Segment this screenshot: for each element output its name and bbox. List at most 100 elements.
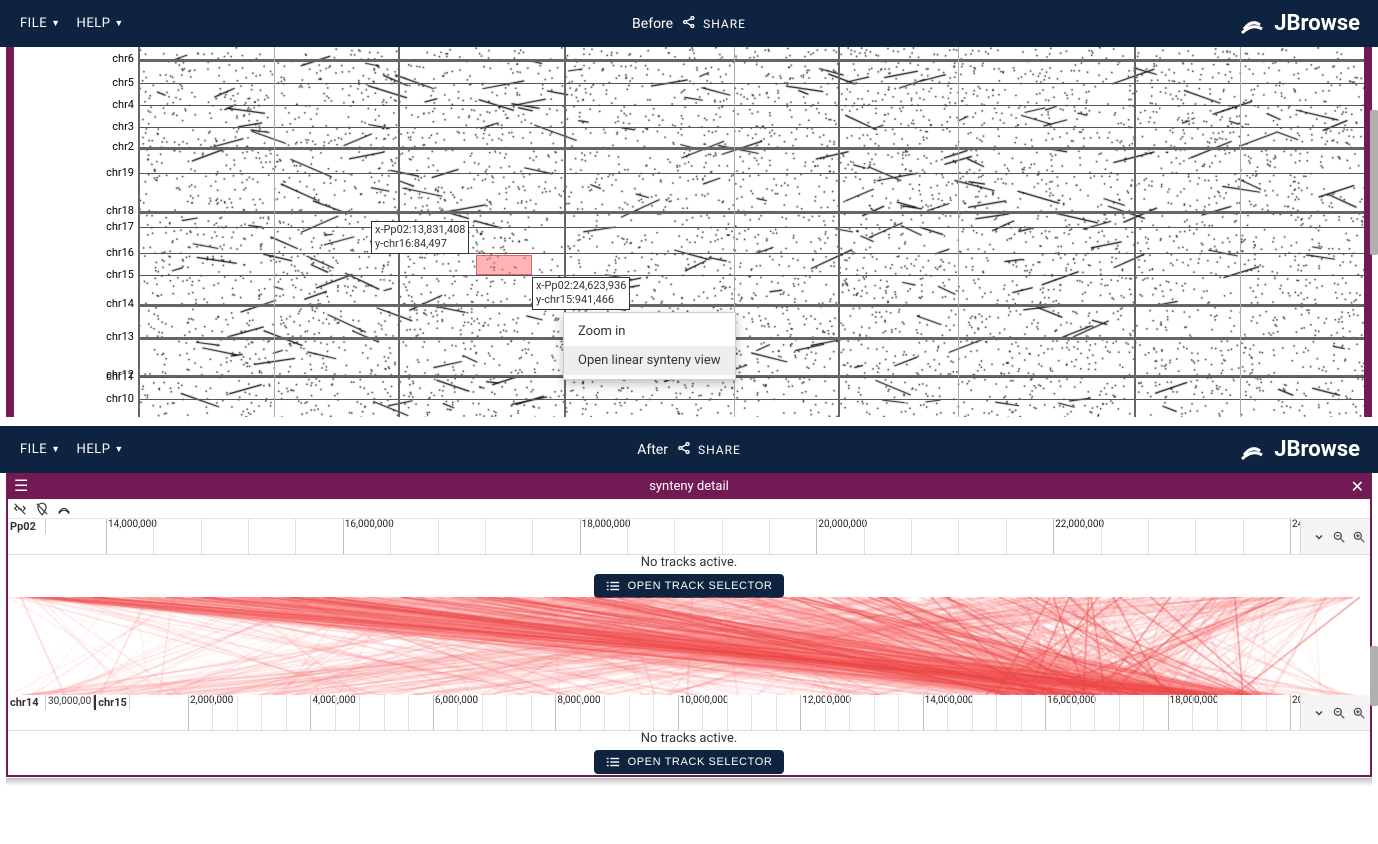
close-icon[interactable]: ✕ [1351, 477, 1364, 496]
menu-item-open-linear-synteny[interactable]: Open linear synteny view [564, 346, 735, 375]
share-label: SHARE [703, 17, 746, 31]
curve-icon[interactable] [56, 501, 72, 517]
logo-text: JBrowse [1274, 11, 1360, 36]
ruler-tick-minor [1006, 519, 1007, 554]
linear-synteny-view: Pp02 14,000,00016,000,00018,000,00020,00… [6, 499, 1372, 777]
ruler-tick-minor [874, 695, 875, 730]
gridline-v [274, 47, 275, 417]
ruler-tick-minor [438, 519, 439, 554]
ruler-tick-minor [751, 695, 752, 730]
center-label: Before [632, 16, 673, 32]
ruler-tick: 20,000,000 [1290, 695, 1291, 730]
ruler-tick-minor [996, 695, 997, 730]
ruler-tick: 6,000,000 [433, 695, 434, 730]
gridline-v [1240, 47, 1241, 417]
share-icon [681, 14, 697, 33]
synteny-canvas[interactable] [8, 597, 1370, 695]
ruler-top[interactable]: Pp02 14,000,00016,000,00018,000,00020,00… [8, 519, 1370, 555]
tooltip-line: x-Pp02:24,623,936 [536, 279, 626, 293]
assembly-label-bottom-a: chr14 [8, 695, 46, 710]
ruler-tick-minor [1148, 519, 1149, 554]
center-label: After [637, 442, 668, 458]
menu-item-zoom-in[interactable]: Zoom in [564, 317, 735, 346]
appbar-center: Before SHARE [632, 14, 746, 33]
ruler-tick-minor [286, 695, 287, 730]
jbrowse-logo: JBrowse [1238, 11, 1360, 36]
ruler-tick-minor [1195, 519, 1196, 554]
assembly-label-bottom-b: chr15 [94, 695, 130, 710]
gridline-h [138, 253, 1364, 254]
ruler-tick-label: 16,000,000 [345, 519, 394, 530]
y-axis-label: chr13 [14, 331, 138, 342]
scrollbar-thumb[interactable] [1370, 646, 1378, 706]
ruler-tick: 18,000,000 [1168, 695, 1169, 730]
ruler-tick: 4,000,000 [310, 695, 311, 730]
open-track-selector-button[interactable]: OPEN TRACK SELECTOR [594, 750, 785, 774]
chevron-down-icon[interactable] [1310, 528, 1328, 546]
dotplot-view[interactable]: chr6chr5chr4chr3chr2chr19chr18chr17chr16… [14, 47, 1364, 417]
view-shadow [6, 778, 1372, 786]
zoom-in-icon[interactable] [1350, 704, 1368, 722]
ruler-tick-minor [1266, 695, 1267, 730]
gridline-h [138, 337, 1364, 340]
ruler-tick-minor [604, 695, 605, 730]
zoom-in-icon[interactable] [1350, 528, 1368, 546]
jbrowse-logo: JBrowse [1238, 437, 1360, 462]
link-off-icon[interactable] [12, 501, 28, 517]
no-tracks-top: No tracks active. OPEN TRACK SELECTOR [8, 555, 1370, 597]
ruler-tick: 14,000,000 [923, 695, 924, 730]
ruler-tick-minor [201, 519, 202, 554]
ruler-tick-minor [153, 519, 154, 554]
ruler-tick-minor [1192, 695, 1193, 730]
ruler-tick-minor [722, 519, 723, 554]
file-menu-label: FILE [20, 16, 47, 31]
file-menu-label: FILE [20, 442, 47, 457]
chevron-down-icon[interactable] [1310, 704, 1328, 722]
no-tracks-message: No tracks active. [641, 731, 738, 746]
dotplot-canvas[interactable] [138, 47, 1364, 417]
help-menu-label: HELP [77, 442, 111, 457]
caret-down-icon: ▼ [51, 444, 60, 455]
ruler-tick-minor [702, 695, 703, 730]
file-menu[interactable]: FILE ▼ [12, 436, 69, 463]
help-menu[interactable]: HELP ▼ [69, 436, 132, 463]
gridline-v [1134, 47, 1136, 417]
bottom-tick0-label: 30,000,00 [46, 695, 94, 708]
list-icon [606, 580, 620, 592]
zoom-out-icon[interactable] [1330, 528, 1348, 546]
ruler-tick: 16,000,000 [1045, 695, 1046, 730]
ruler-bottom[interactable]: chr14 30,000,00 chr15 2,000,0004,000,000… [8, 695, 1370, 731]
y-axis-label: chr5 [14, 77, 138, 88]
ruler-tick-minor [1241, 695, 1242, 730]
open-track-label: OPEN TRACK SELECTOR [628, 580, 773, 592]
ruler-tick-minor [1217, 695, 1218, 730]
ruler-tick-label: 18,000,000 [582, 519, 631, 530]
file-menu[interactable]: FILE ▼ [12, 10, 69, 37]
ruler-tick-minor [825, 695, 826, 730]
ruler-tick-minor [674, 519, 675, 554]
ruler-tick-minor [1143, 695, 1144, 730]
ruler-tick-minor [769, 519, 770, 554]
ruler-tick-minor [1070, 695, 1071, 730]
ruler-tick-minor [947, 695, 948, 730]
share-button[interactable]: SHARE [681, 14, 746, 33]
gridline-h [138, 173, 1364, 174]
help-menu[interactable]: HELP ▼ [69, 10, 132, 37]
ruler-tick: 20,000,000 [816, 519, 817, 554]
ruler-tick-minor [237, 695, 238, 730]
y-axis-label: chr4 [14, 99, 138, 110]
location-off-icon[interactable] [34, 501, 50, 517]
zoom-out-icon[interactable] [1330, 704, 1348, 722]
ruler-tick-minor [506, 695, 507, 730]
gridline-h [138, 227, 1364, 228]
scrollbar-thumb[interactable] [1370, 110, 1378, 255]
selection-rectangle[interactable] [476, 255, 532, 275]
ruler-tick-minor [911, 519, 912, 554]
y-axis-label: chr15 [14, 269, 138, 280]
share-button[interactable]: SHARE [676, 440, 741, 459]
hamburger-icon[interactable]: ☰ [14, 478, 28, 494]
appbar-before: FILE ▼ HELP ▼ Before SHARE [0, 0, 1378, 47]
open-track-selector-button[interactable]: OPEN TRACK SELECTOR [594, 574, 785, 598]
ruler-tick-minor [972, 695, 973, 730]
gridline-h [138, 105, 1364, 106]
